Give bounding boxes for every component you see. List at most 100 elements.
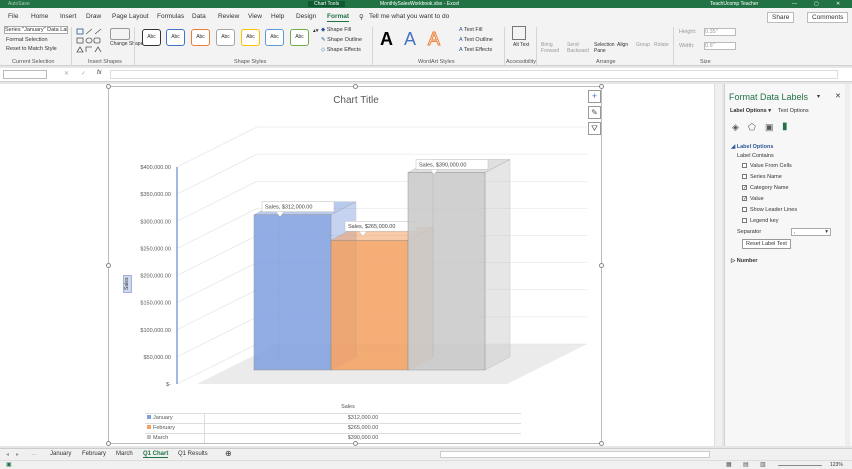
name-box[interactable] — [3, 70, 47, 79]
sheet-tab-q1-results[interactable]: Q1 Results — [178, 451, 208, 457]
shape-style-7[interactable]: Abc — [290, 29, 309, 46]
enter-icon[interactable]: ✓ — [81, 70, 86, 77]
number-section[interactable]: ▷ Number — [731, 258, 758, 264]
sheet-tab-q1-chart[interactable]: Q1 Chart — [143, 451, 169, 458]
tab-view[interactable]: View — [248, 13, 262, 20]
zoom-level[interactable]: 123% — [830, 462, 843, 468]
autosave-label[interactable]: AutoSave — [8, 1, 30, 7]
rotate-button[interactable]: Rotate — [654, 42, 669, 48]
label-option-row[interactable]: ✓ Value — [742, 196, 764, 202]
tab-home[interactable]: Home — [31, 13, 48, 20]
tab-help[interactable]: Help — [271, 13, 284, 20]
search-icon[interactable]: ⚲ — [359, 13, 364, 21]
tell-me-search[interactable]: Tell me what you want to do — [369, 13, 449, 20]
tab-format[interactable]: Format — [327, 13, 350, 22]
shape-style-1[interactable]: Abc — [142, 29, 161, 46]
align-button[interactable]: Align — [617, 42, 628, 48]
cancel-icon[interactable]: ✕ — [64, 70, 69, 77]
scroll-left-icon[interactable]: ◂ — [6, 451, 9, 458]
format-selection-button[interactable]: Format Selection — [6, 37, 48, 43]
alt-text-button[interactable]: Alt Text — [513, 42, 529, 48]
separator-select[interactable]: , ▾ — [791, 228, 831, 236]
label-option-checkbox[interactable] — [742, 218, 747, 224]
label-option-checkbox[interactable] — [742, 207, 747, 213]
effects-pentagon-icon[interactable]: ⬠ — [748, 122, 756, 133]
resize-handle[interactable] — [599, 441, 604, 446]
tab-label-options[interactable]: Label Options ▾ — [730, 108, 771, 114]
gallery-more-icon[interactable]: ▴▾ — [313, 28, 319, 34]
shape-style-3[interactable]: Abc — [191, 29, 210, 46]
tab-page-layout[interactable]: Page Layout — [112, 13, 149, 20]
resize-handle[interactable] — [106, 441, 111, 446]
restore-icon[interactable]: ▢ — [814, 1, 819, 7]
pane-close-icon[interactable]: ✕ — [835, 92, 841, 100]
text-fill-button[interactable]: A Text Fill — [459, 27, 482, 33]
resize-handle[interactable] — [599, 84, 604, 89]
pane-options-chevron-icon[interactable]: ▾ — [817, 93, 820, 100]
zoom-slider[interactable] — [778, 465, 822, 466]
tab-text-options[interactable]: Text Options — [778, 108, 809, 114]
label-options-section[interactable]: ◢ Label Options — [731, 144, 773, 150]
close-window-icon[interactable]: ✕ — [836, 1, 840, 7]
reset-to-match-style-button[interactable]: Reset to Match Style — [6, 46, 57, 52]
label-option-row[interactable]: Value From Cells — [742, 163, 792, 169]
tab-data[interactable]: Data — [192, 13, 206, 20]
label-option-row[interactable]: Series Name — [742, 174, 782, 180]
text-effects-button[interactable]: A Text Effects — [459, 47, 492, 53]
user-name[interactable]: TeachUcomp Teacher — [710, 1, 758, 7]
resize-handle[interactable] — [106, 84, 111, 89]
shape-style-2[interactable]: Abc — [166, 29, 185, 46]
y-axis-title[interactable]: Sales — [123, 275, 132, 293]
sheet-tab-january[interactable]: January — [50, 451, 71, 457]
chart-area[interactable]: Chart Title $400,000.00 $350,000.00 $300,0… — [106, 84, 604, 446]
reset-label-text-button[interactable]: Reset Label Text — [742, 239, 791, 249]
label-option-checkbox[interactable] — [742, 163, 747, 169]
label-options-bars-icon[interactable]: ▮ — [782, 121, 788, 132]
shapes-gallery[interactable] — [76, 28, 106, 54]
shape-effects-button[interactable]: ◇ Shape Effects — [321, 47, 361, 53]
shape-style-5[interactable]: Abc — [241, 29, 260, 46]
label-option-checkbox[interactable] — [742, 174, 747, 180]
selection-pane-button[interactable]: Selection Pane — [594, 42, 615, 54]
tab-file[interactable]: File — [8, 13, 18, 20]
sheet-tab-february[interactable]: February — [82, 451, 106, 457]
horizontal-scrollbar[interactable] — [440, 451, 710, 458]
label-option-row[interactable]: Show Leader Lines — [742, 207, 797, 213]
tab-review[interactable]: Review — [218, 13, 239, 20]
tab-draw[interactable]: Draw — [86, 13, 101, 20]
fill-line-icon[interactable]: ◈ — [732, 122, 739, 133]
chart-filter-icon[interactable]: ⛛ — [588, 122, 601, 135]
resize-handle[interactable] — [106, 263, 111, 268]
bring-forward-button[interactable]: Bring Forward — [541, 42, 563, 54]
chart-elements-dropdown[interactable]: Series "January" Data Lal — [4, 26, 68, 34]
label-option-checkbox[interactable]: ✓ — [742, 185, 747, 191]
tab-formulas[interactable]: Formulas — [157, 13, 184, 20]
wordart-style-orange[interactable]: A — [427, 29, 440, 50]
share-button[interactable]: Share — [767, 12, 795, 23]
tab-insert[interactable]: Insert — [60, 13, 76, 20]
formula-input[interactable] — [110, 70, 838, 79]
label-option-row[interactable]: ✓ Category Name — [742, 185, 789, 191]
send-backward-button[interactable]: Send Backward — [567, 42, 591, 54]
tab-design[interactable]: Design — [296, 13, 316, 20]
normal-view-icon[interactable]: ▦ — [726, 461, 732, 468]
comments-button[interactable]: Comments — [807, 12, 849, 23]
chart-elements-plus-icon[interactable]: + — [588, 90, 601, 103]
wordart-style-black[interactable]: A — [380, 29, 393, 50]
size-properties-icon[interactable]: ▣ — [765, 122, 774, 133]
group-button[interactable]: Group — [636, 42, 650, 48]
resize-handle[interactable] — [353, 441, 358, 446]
sheet-more-icon[interactable]: … — [31, 451, 37, 457]
shape-style-6[interactable]: Abc — [265, 29, 284, 46]
wordart-style-blue[interactable]: A — [404, 29, 416, 50]
add-sheet-icon[interactable]: ⊕ — [225, 449, 232, 458]
pane-scrollbar[interactable] — [845, 84, 850, 446]
macro-record-icon[interactable]: ▣ — [6, 461, 12, 468]
page-layout-view-icon[interactable]: ▤ — [743, 461, 749, 468]
chart-styles-brush-icon[interactable]: ✎ — [588, 106, 601, 119]
label-option-checkbox[interactable]: ✓ — [742, 196, 747, 202]
change-shape-button[interactable]: Change Shape — [110, 41, 143, 47]
text-outline-button[interactable]: A Text Outline — [459, 37, 493, 43]
shape-outline-button[interactable]: ✎ Shape Outline — [321, 37, 362, 43]
scroll-right-icon[interactable]: ▸ — [16, 451, 19, 458]
